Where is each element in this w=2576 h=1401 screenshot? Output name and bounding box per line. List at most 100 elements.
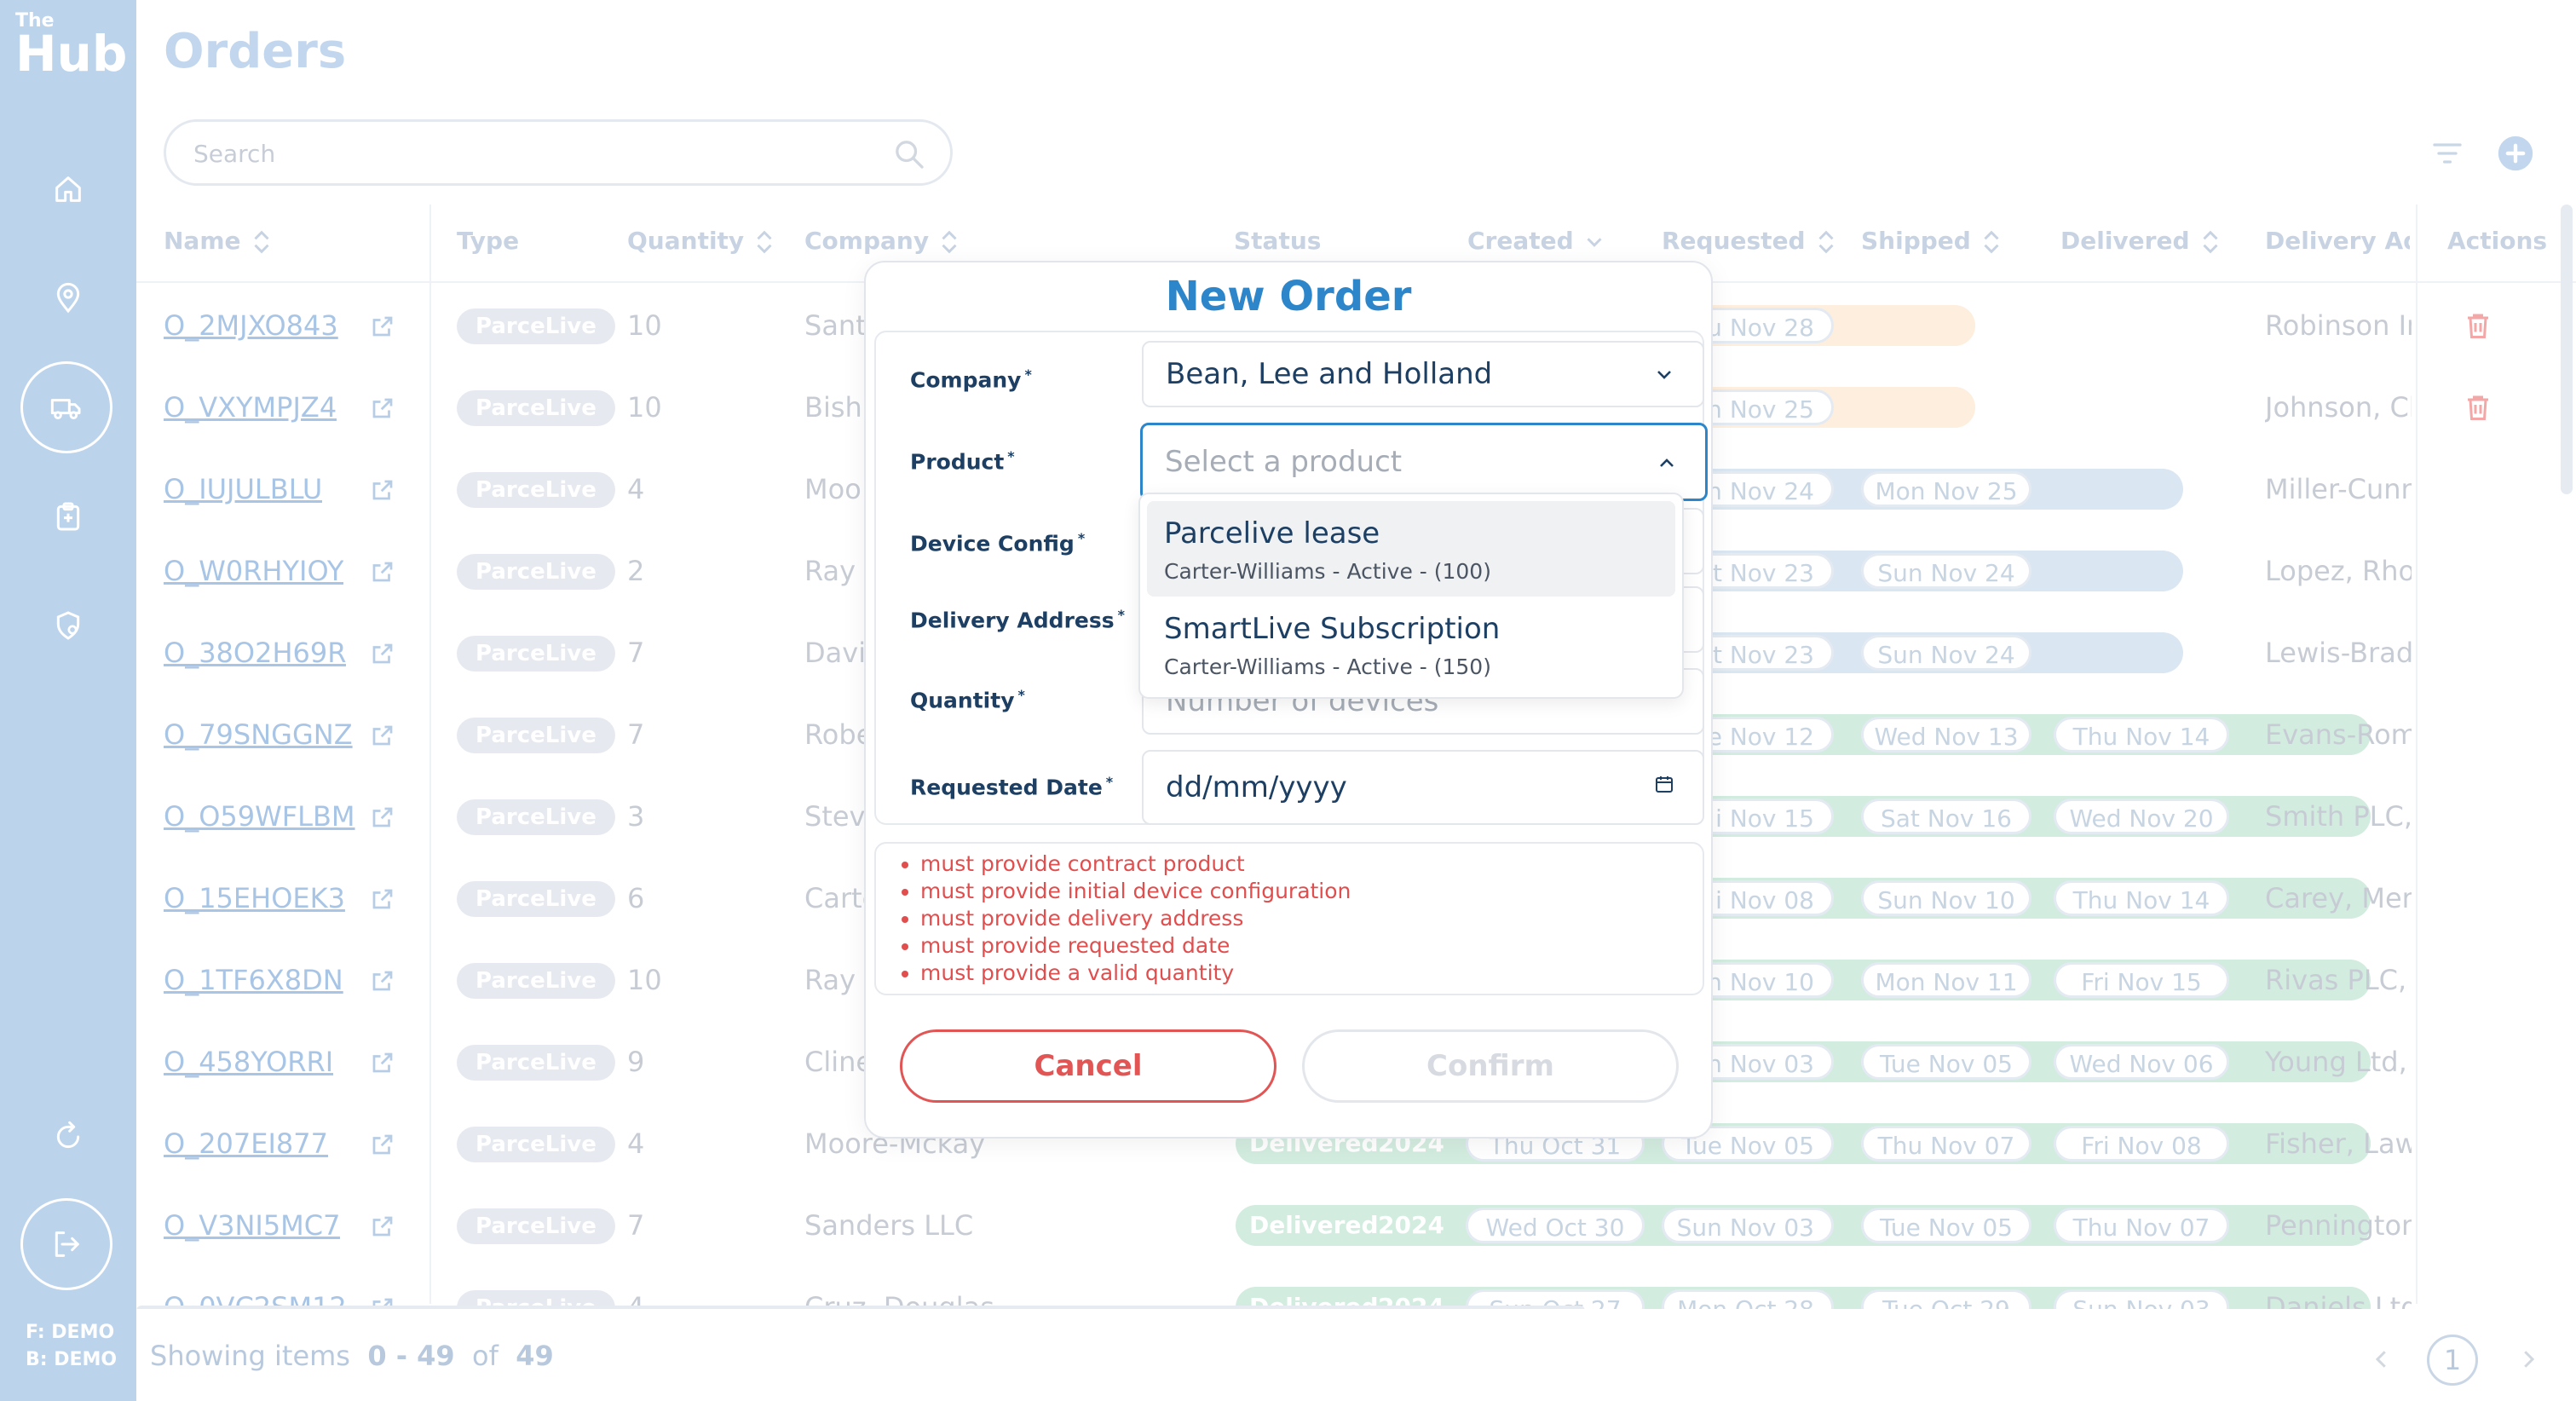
external-link-icon[interactable] bbox=[370, 886, 395, 912]
logout-button[interactable] bbox=[20, 1198, 112, 1290]
chevron-right-icon[interactable] bbox=[2515, 1346, 2541, 1372]
type-badge: ParceLive bbox=[457, 472, 615, 508]
requested-date-input[interactable]: dd/mm/yyyy bbox=[1142, 750, 1704, 825]
company-select[interactable]: Bean, Lee and Holland bbox=[1142, 341, 1704, 407]
nav-clipboard[interactable] bbox=[43, 491, 94, 542]
external-link-icon[interactable] bbox=[370, 395, 395, 421]
col-actions: Actions bbox=[2447, 227, 2547, 255]
page-title: Orders bbox=[164, 24, 347, 79]
external-link-icon[interactable] bbox=[370, 314, 395, 339]
col-status-label: Status bbox=[1234, 227, 1322, 255]
requested-date-pill: Sun Nov 03 bbox=[1662, 1208, 1834, 1243]
order-id-link[interactable]: O_15EHOEK3 bbox=[164, 857, 345, 939]
delivered-date-pill: Wed Nov 06 bbox=[2054, 1044, 2229, 1080]
trash-icon[interactable] bbox=[2463, 390, 2493, 424]
delivered-date-pill: Thu Nov 07 bbox=[2054, 1208, 2229, 1243]
showing-total: 49 bbox=[516, 1340, 554, 1372]
chevron-left-icon[interactable] bbox=[2369, 1346, 2394, 1372]
type-badge: ParceLive bbox=[457, 636, 615, 672]
external-link-icon[interactable] bbox=[370, 477, 395, 503]
add-order-icon[interactable] bbox=[2497, 135, 2534, 172]
order-id-link[interactable]: O_38O2H69R bbox=[164, 612, 346, 694]
product-option-smartlive-subscription[interactable]: SmartLive Subscription Carter-Williams -… bbox=[1147, 597, 1675, 692]
new-order-modal: New Order Company * Product * Device Confi… bbox=[864, 261, 1713, 1139]
nav-home[interactable] bbox=[43, 164, 94, 215]
type-badge: ParceLive bbox=[457, 554, 615, 590]
sort-icon[interactable] bbox=[1818, 229, 1835, 255]
col-shipped[interactable]: Shipped bbox=[1861, 227, 2000, 255]
order-id-link[interactable]: O_O59WFLBM bbox=[164, 775, 355, 857]
sort-icon[interactable] bbox=[1983, 229, 2000, 255]
search-icon[interactable] bbox=[892, 137, 926, 171]
order-id-link[interactable]: O_1TF6X8DN bbox=[164, 939, 343, 1021]
delivered-date-pill: Wed Nov 20 bbox=[2054, 799, 2229, 834]
external-link-icon[interactable] bbox=[370, 723, 395, 748]
confirm-button[interactable]: Confirm bbox=[1302, 1029, 1679, 1103]
map-pin-icon bbox=[56, 282, 80, 314]
shipped-date-pill: Mon Nov 11 bbox=[1861, 962, 2031, 998]
sort-desc-icon[interactable] bbox=[1586, 229, 1603, 255]
search-box[interactable] bbox=[164, 119, 953, 186]
nav-security[interactable] bbox=[43, 600, 94, 651]
cancel-button[interactable]: Cancel bbox=[900, 1029, 1276, 1103]
col-name[interactable]: Name bbox=[164, 227, 270, 255]
calendar-icon[interactable] bbox=[1653, 774, 1675, 794]
validation-errors: must provide contract product must provi… bbox=[874, 842, 1704, 995]
quantity-cell: 7 bbox=[627, 637, 645, 669]
requested-date-label-text: Requested Date bbox=[910, 775, 1103, 800]
footer-b: B: DEMO bbox=[26, 1349, 118, 1370]
quantity-label-text: Quantity bbox=[910, 688, 1015, 713]
quantity-cell: 10 bbox=[627, 391, 662, 424]
search-input[interactable] bbox=[192, 134, 860, 173]
col-requested-label: Requested bbox=[1662, 227, 1806, 255]
delivery-address-cell: Smith PLC, ( bbox=[2265, 800, 2412, 833]
external-link-icon[interactable] bbox=[370, 1050, 395, 1075]
error-item: must provide delivery address bbox=[920, 905, 1703, 932]
order-id-link[interactable]: O_2MJXO843 bbox=[164, 285, 338, 366]
nav-locations[interactable] bbox=[43, 273, 94, 324]
type-badge: ParceLive bbox=[457, 963, 615, 999]
col-delivered[interactable]: Delivered bbox=[2060, 227, 2219, 255]
col-company[interactable]: Company bbox=[804, 227, 958, 255]
order-id-link[interactable]: O_IUJULBLU bbox=[164, 448, 322, 530]
external-link-icon[interactable] bbox=[370, 804, 395, 830]
required-mark: * bbox=[1105, 774, 1114, 790]
col-created[interactable]: Created bbox=[1467, 227, 1603, 255]
shipped-date-pill: Wed Nov 13 bbox=[1861, 717, 2031, 752]
quantity-cell: 7 bbox=[627, 718, 645, 751]
quantity-label: Quantity * bbox=[910, 687, 1025, 712]
trash-icon[interactable] bbox=[2463, 308, 2493, 343]
sort-icon[interactable] bbox=[941, 229, 958, 255]
order-id-link[interactable]: O_V3NI5MC7 bbox=[164, 1185, 340, 1266]
order-id-link[interactable]: O_79SNGGNZ bbox=[164, 694, 353, 775]
col-requested[interactable]: Requested bbox=[1662, 227, 1835, 255]
nav-orders[interactable] bbox=[20, 361, 112, 453]
table-row[interactable]: O_V3NI5MC7 ParceLive 7 Sanders LLC Delivered… bbox=[136, 1185, 2576, 1266]
order-id-link[interactable]: O_W0RHYIOY bbox=[164, 530, 343, 612]
filter-icon[interactable] bbox=[2429, 136, 2466, 170]
external-link-icon[interactable] bbox=[370, 1214, 395, 1239]
product-select[interactable]: Select a product bbox=[1140, 423, 1708, 501]
order-id-link[interactable]: O_207EI877 bbox=[164, 1103, 328, 1185]
nav-refresh[interactable] bbox=[43, 1111, 94, 1162]
col-quantity[interactable]: Quantity bbox=[627, 227, 773, 255]
order-id-link[interactable]: O_458YORRI bbox=[164, 1021, 333, 1103]
external-link-icon[interactable] bbox=[370, 641, 395, 666]
shipped-date-pill: Sat Nov 16 bbox=[1861, 799, 2031, 834]
delivery-address-cell: Rivas PLC, 7 bbox=[2265, 964, 2412, 996]
product-dropdown: Parcelive lease Carter-Williams - Active… bbox=[1138, 493, 1684, 699]
logo-hub: Hub bbox=[15, 25, 128, 83]
error-item: must provide a valid quantity bbox=[920, 960, 1703, 987]
quantity-cell: 9 bbox=[627, 1046, 645, 1078]
sort-icon[interactable] bbox=[2202, 229, 2219, 255]
sort-icon[interactable] bbox=[253, 229, 270, 255]
sort-icon[interactable] bbox=[756, 229, 773, 255]
external-link-icon[interactable] bbox=[370, 1132, 395, 1157]
product-option-parcelive-lease[interactable]: Parcelive lease Carter-Williams - Active… bbox=[1147, 501, 1675, 597]
delivered-date-pill: Fri Nov 15 bbox=[2054, 962, 2229, 998]
external-link-icon[interactable] bbox=[370, 968, 395, 994]
order-id-link[interactable]: O_VXYMPJZ4 bbox=[164, 366, 337, 448]
external-link-icon[interactable] bbox=[370, 559, 395, 585]
option-subtitle: Carter-Williams - Active - (100) bbox=[1164, 559, 1491, 584]
pagination-page[interactable]: 1 bbox=[2427, 1335, 2478, 1386]
